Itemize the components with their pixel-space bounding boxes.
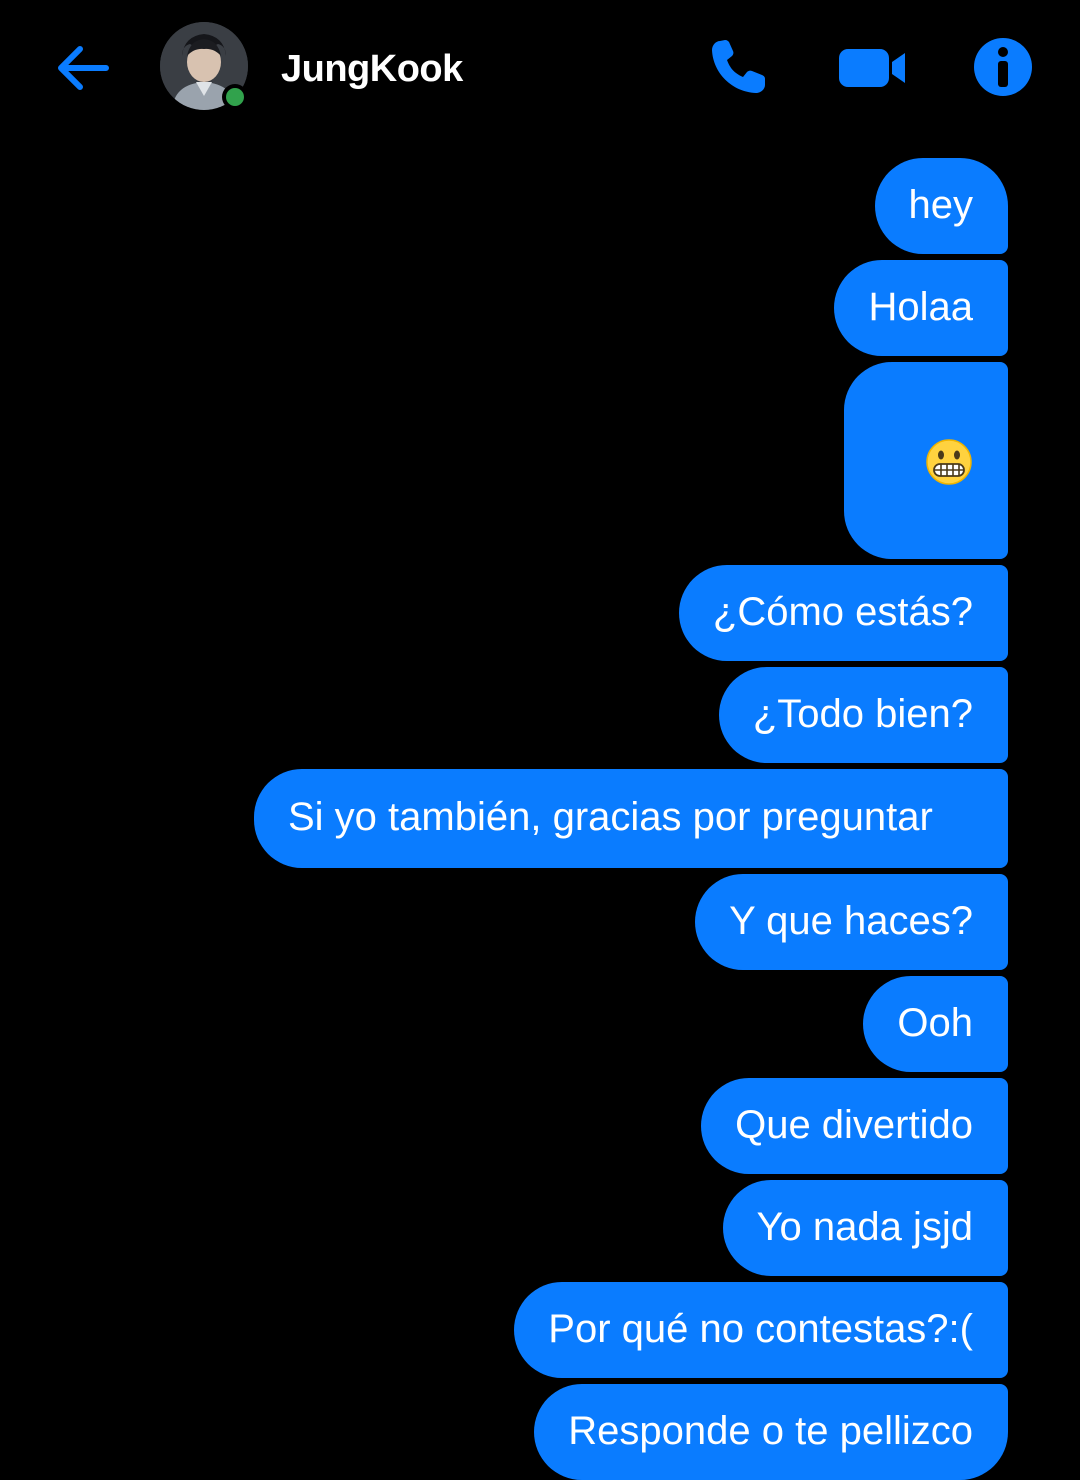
message-bubble[interactable]: Por qué no contestas?:( — [514, 1282, 1008, 1378]
message-bubble[interactable]: ¿Todo bien? — [718, 667, 1008, 763]
arrow-left-icon — [58, 46, 109, 90]
conversation-info-button[interactable] — [970, 34, 1036, 100]
message-bubble[interactable]: Holaa — [834, 260, 1008, 356]
video-camera-icon — [839, 49, 905, 87]
grimacing-face-emoji — [926, 439, 972, 486]
info-icon — [974, 38, 1032, 96]
online-status-indicator — [222, 84, 248, 110]
message-bubble[interactable] — [843, 362, 1008, 559]
message-bubble[interactable]: Que divertido — [701, 1078, 1008, 1174]
contact-avatar[interactable] — [160, 22, 248, 110]
message-list[interactable]: hey Holaa ¿Cómo estás? ¿Todo bien? Si yo… — [0, 158, 1008, 1480]
message-bubble[interactable]: Si yo también, gracias por preguntar — [254, 769, 1008, 868]
chat-header: JungKook — [0, 0, 1080, 140]
phone-icon — [712, 40, 765, 93]
contact-name[interactable]: JungKook — [281, 46, 463, 92]
video-call-button[interactable] — [834, 38, 910, 96]
message-bubble[interactable]: hey — [874, 158, 1008, 254]
message-bubble[interactable]: Responde o te pellizco — [534, 1384, 1008, 1480]
message-bubble[interactable]: ¿Cómo estás? — [678, 565, 1008, 661]
message-bubble[interactable]: Yo nada jsjd — [722, 1180, 1008, 1276]
voice-call-button[interactable] — [704, 34, 774, 100]
message-bubble[interactable]: Y que haces? — [695, 874, 1008, 970]
back-button[interactable] — [52, 38, 114, 98]
message-bubble[interactable]: Ooh — [863, 976, 1008, 1072]
